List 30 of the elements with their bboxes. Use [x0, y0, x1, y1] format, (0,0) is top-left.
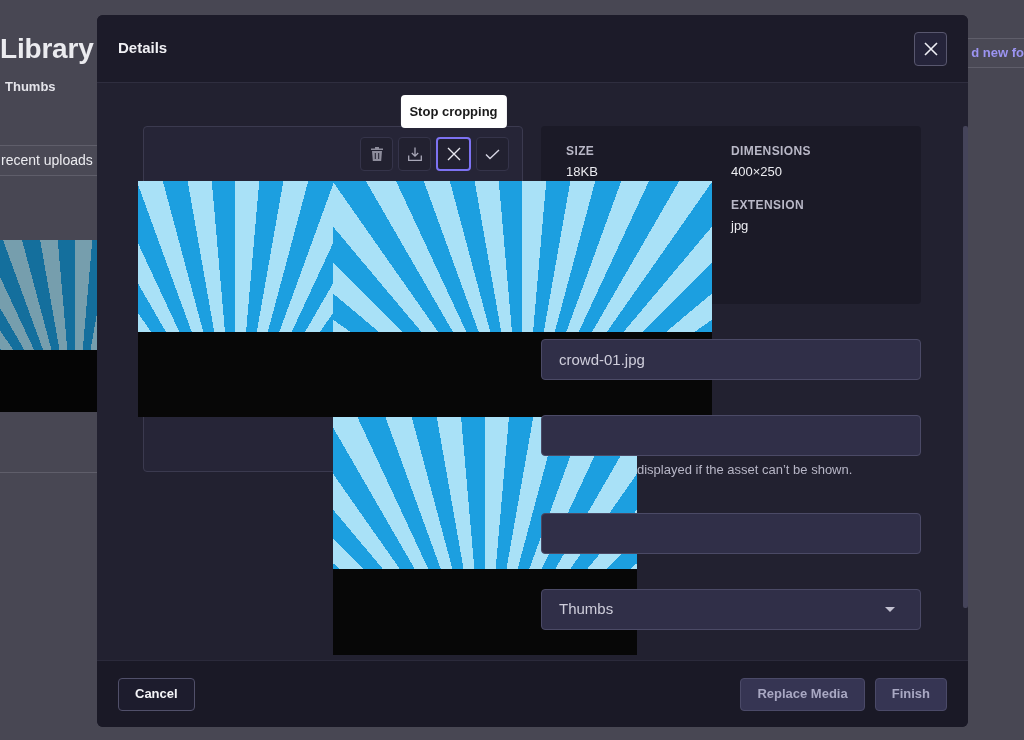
info-value: 400×250 — [731, 164, 783, 180]
info-label: EXTENSION — [731, 198, 805, 212]
cancel-button[interactable]: Cancel — [118, 677, 195, 711]
input-field[interactable] — [541, 513, 921, 554]
apply-crop-button[interactable] — [476, 137, 509, 171]
trash-icon — [370, 147, 383, 161]
info-label: SIZE — [566, 144, 596, 158]
input-field[interactable] — [541, 415, 921, 456]
replace-media-button[interactable]: Replace Media — [740, 677, 865, 711]
select-field[interactable]: Thumbs — [541, 589, 921, 630]
close-button[interactable] — [914, 31, 947, 66]
delete-button[interactable] — [360, 137, 393, 171]
close-icon — [923, 41, 938, 56]
tooltip: Stop cropping — [400, 95, 507, 128]
scrollbar[interactable] — [963, 126, 968, 608]
info-value: jpg — [731, 218, 750, 234]
finish-button[interactable]: Finish — [874, 677, 947, 711]
download-icon — [407, 147, 422, 161]
input-field[interactable]: crowd-01.jpg — [541, 339, 921, 380]
check-icon — [485, 148, 500, 160]
info-label: DIMENSIONS — [731, 144, 812, 158]
download-button[interactable] — [398, 137, 431, 171]
help-text: displayed if the asset can’t be shown. — [636, 462, 854, 478]
stop-cropping-button[interactable] — [436, 137, 471, 171]
dialog-title: Details — [118, 38, 168, 59]
close-icon — [446, 147, 461, 161]
info-value: 18KB — [566, 164, 599, 180]
caret-icon — [885, 607, 895, 612]
breadcrumb-link[interactable]: Thumbs — [5, 79, 94, 95]
page-title: Library — [0, 32, 94, 66]
